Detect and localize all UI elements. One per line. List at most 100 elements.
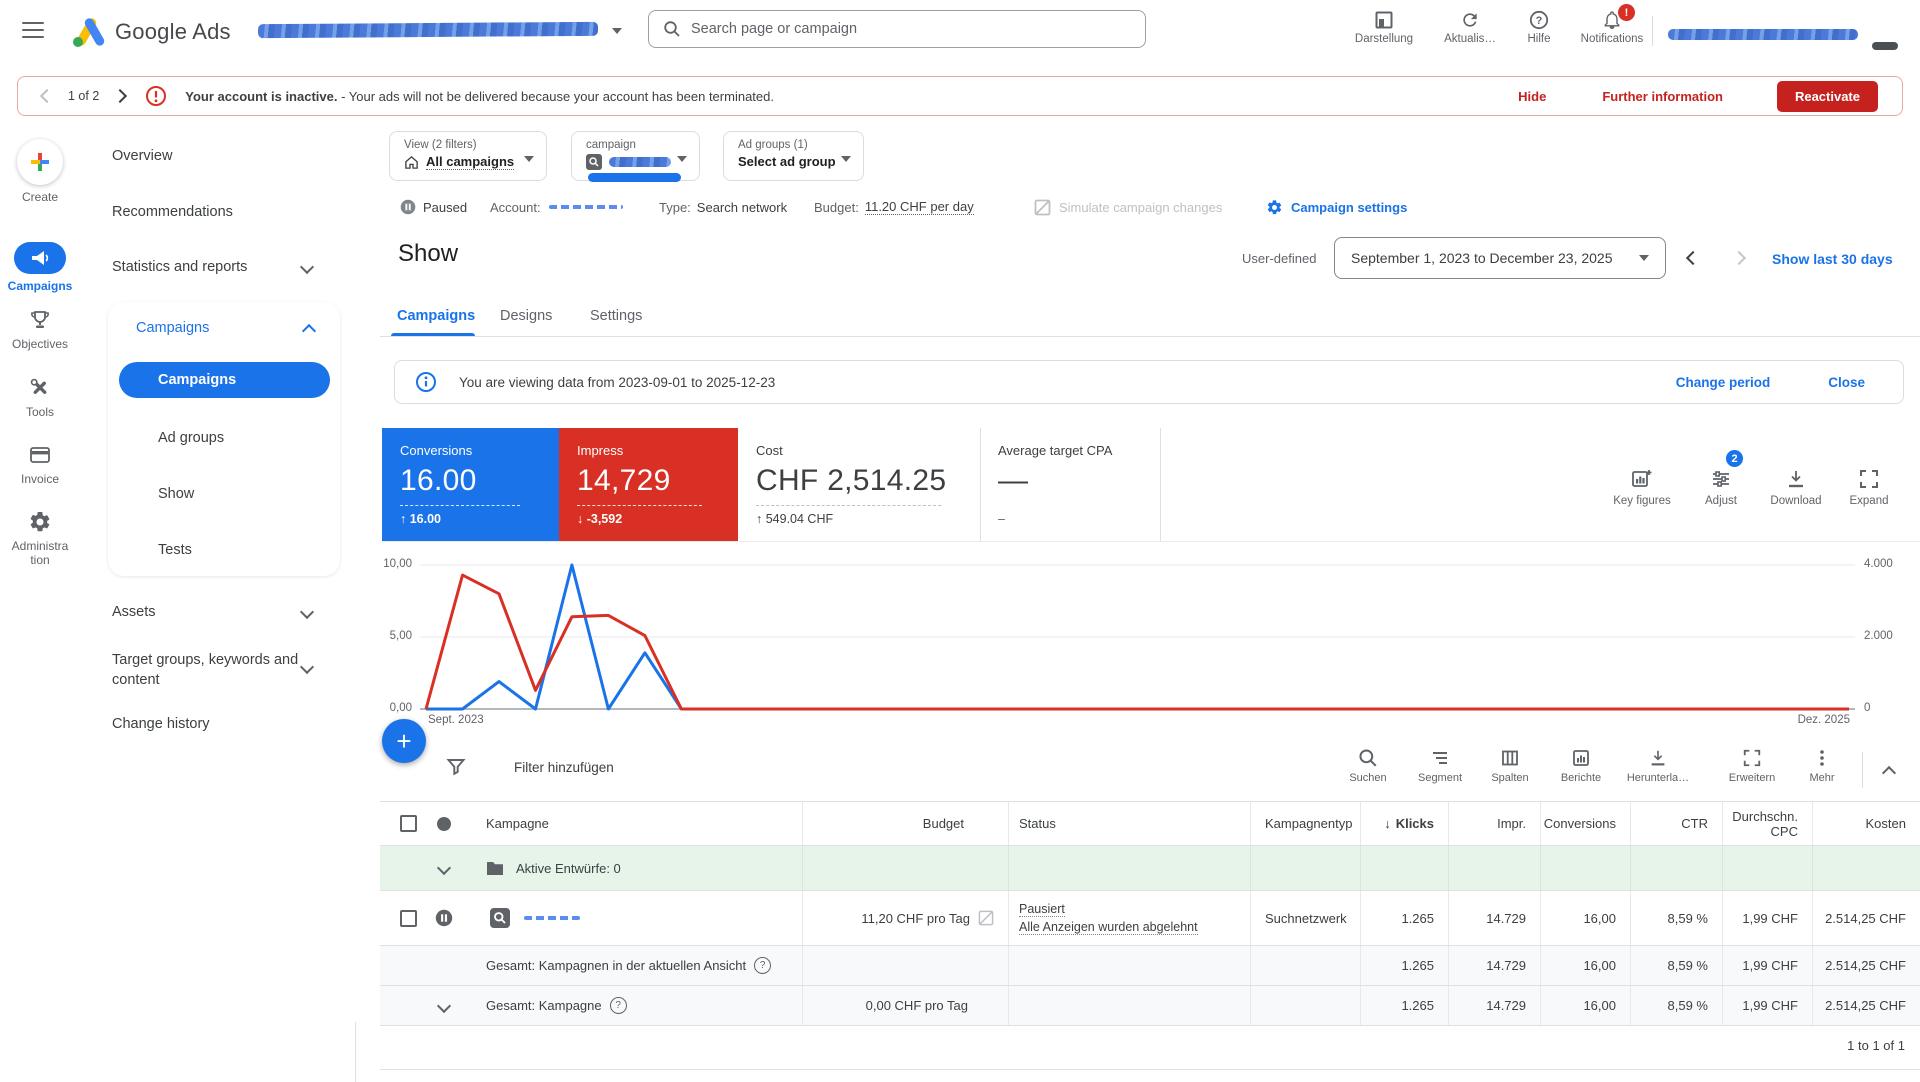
campaign-conversions-cell: 16,00 [1541,891,1631,945]
table-download-button[interactable]: Herunterla… [1626,748,1690,784]
tab-campaigns[interactable]: Campaigns [397,308,475,324]
col-ctr[interactable]: CTR [1631,802,1723,845]
date-range-caret-icon [1639,255,1649,261]
scorecard-cost[interactable]: Cost CHF 2,514.25 ↑ 549.04 CHF [738,428,980,541]
reports-button[interactable]: Berichte [1549,748,1613,784]
hide-link[interactable]: Hide [1518,89,1546,104]
assets-chevron-down-icon[interactable] [299,604,315,620]
rail-item-tools[interactable]: Tools [0,376,80,419]
account-value-redacted [548,205,623,209]
sidebar-item-targeting[interactable]: Target groups, keywords and content [112,650,302,690]
refresh-button[interactable]: Aktualis… [1433,10,1507,45]
account-caret-icon[interactable] [612,28,622,34]
ad-group-dropdown[interactable]: Ad groups (1) Select ad group [723,131,864,181]
targeting-chevron-down-icon[interactable] [299,659,315,675]
col-conversions[interactable]: Conversions [1541,802,1631,845]
help-button[interactable]: ? Hilfe [1502,10,1576,45]
notifications-button[interactable]: Notifications [1575,10,1649,45]
key-figures-button[interactable]: Key figures [1602,468,1682,507]
adjust-button[interactable]: Adjust [1681,468,1761,507]
sidebar-item-ad-groups[interactable]: Ad groups [158,430,224,446]
rail-item-campaigns[interactable]: Campaigns [0,242,80,293]
table-row-campaign[interactable]: 11,20 CHF pro Tag Pausiert Alle Anzeigen… [380,890,1920,945]
columns-button[interactable]: Spalten [1478,748,1542,784]
svg-text:?: ? [1536,15,1543,27]
collapse-table-icon[interactable] [1881,765,1897,781]
col-clicks[interactable]: ↓ Klicks [1361,802,1449,845]
rail-item-invoice[interactable]: Invoice [0,443,80,486]
trophy-icon [31,311,49,328]
table-expand-button[interactable]: Erweitern [1720,748,1784,784]
campaign-settings-button[interactable]: Campaign settings [1266,197,1407,217]
scorecard-impressions[interactable]: Impress 14,729 ↓ -3,592 [559,428,738,541]
total-campaign-chevron-down-icon[interactable] [436,998,452,1013]
paused-icon [400,199,416,215]
sidebar-item-campaigns-selected[interactable]: Campaigns [119,362,330,398]
download-chart-button[interactable]: Download [1756,468,1836,507]
table-search-button[interactable]: Suchen [1336,748,1400,784]
col-cost[interactable]: Kosten [1813,802,1920,845]
total-view-impr: 14.729 [1449,946,1541,985]
campaign-status-cell[interactable]: Pausiert Alle Anzeigen wurden abgelehnt [1009,891,1251,945]
scorecard-avg-target-cpa[interactable]: Average target CPA — – [980,428,1160,541]
date-prev-icon[interactable] [1685,250,1701,266]
show-last-30-days-link[interactable]: Show last 30 days [1772,251,1893,267]
table-header-row: Kampagne Budget Status Kampagnentyp ↓ Kli… [380,801,1920,845]
account-name-redacted[interactable] [257,21,599,39]
sidebar-item-statistics[interactable]: Statistics and reports [112,259,247,275]
rail-item-objectives[interactable]: Objectives [0,308,80,351]
reactivate-button[interactable]: Reactivate [1776,80,1878,112]
statistics-chevron-down-icon[interactable] [299,259,315,275]
avatar[interactable] [1872,42,1898,50]
col-campaign[interactable]: Kampagne [464,802,803,845]
date-range-picker[interactable]: September 1, 2023 to December 23, 2025 [1334,237,1666,279]
filter-funnel-icon[interactable] [446,757,466,777]
help-circle-icon[interactable]: ? [609,997,627,1014]
menu-icon[interactable] [22,22,44,38]
sidebar-item-change-history[interactable]: Change history [112,716,210,732]
sidebar-item-recommendations[interactable]: Recommendations [112,204,233,220]
sidebar-group-campaigns[interactable]: Campaigns [136,320,209,336]
sidebar-item-tests[interactable]: Tests [158,542,192,558]
tab-designs[interactable]: Designs [500,308,552,324]
close-link[interactable]: Close [1828,375,1865,390]
search-input[interactable]: Search page or campaign [648,10,1146,48]
segment-button[interactable]: Segment [1408,748,1472,784]
col-cpc[interactable]: Durchschn. CPC [1723,802,1813,845]
campaign-row-name-redacted[interactable] [524,916,580,920]
row-paused-icon[interactable] [435,909,453,927]
drafts-chevron-down-icon[interactable] [436,860,452,876]
tab-settings[interactable]: Settings [590,308,642,324]
appearance-button[interactable]: Darstellung [1347,10,1421,45]
expand-chart-button[interactable]: Expand [1829,468,1909,507]
budget-field[interactable]: Budget: 11.20 CHF per day [814,197,974,217]
sidebar-item-show[interactable]: Show [158,486,194,502]
card-divider [1160,428,1161,541]
view-filter-dropdown[interactable]: View (2 filters) All campaigns [389,131,547,181]
campaign-budget-cell[interactable]: 11,20 CHF pro Tag [803,891,1009,945]
rail-item-administration[interactable]: Administra tion [0,510,80,567]
rail-item-create[interactable]: Create [0,139,80,204]
date-next-icon[interactable] [1731,250,1747,266]
change-period-link[interactable]: Change period [1676,375,1771,390]
status-filter-icon[interactable] [436,816,452,832]
sidebar-item-assets[interactable]: Assets [112,604,156,620]
row-checkbox[interactable] [400,909,417,927]
col-status[interactable]: Status [1009,802,1251,845]
further-information-link[interactable]: Further information [1602,89,1723,104]
alert-prev-icon[interactable] [39,88,55,104]
col-budget[interactable]: Budget [803,802,1009,845]
alert-next-icon[interactable] [113,88,128,104]
help-circle-icon[interactable]: ? [754,957,772,974]
more-button[interactable]: Mehr [1790,748,1854,784]
select-all-checkbox[interactable] [400,815,417,832]
campaigns-chevron-up-icon[interactable] [301,323,317,339]
col-type[interactable]: Kampagnentyp [1251,802,1361,845]
table-row-drafts[interactable]: Aktive Entwürfe: 0 [380,845,1920,890]
add-filter-button[interactable]: Filter hinzufügen [514,760,614,775]
sidebar-item-overview[interactable]: Overview [112,148,172,164]
scorecard-conversions[interactable]: Conversions 16.00 ↑ 16.00 [382,428,559,541]
timeseries-chart[interactable] [420,552,1855,724]
col-impressions[interactable]: Impr. [1449,802,1541,845]
add-campaign-fab[interactable]: + [382,719,426,763]
